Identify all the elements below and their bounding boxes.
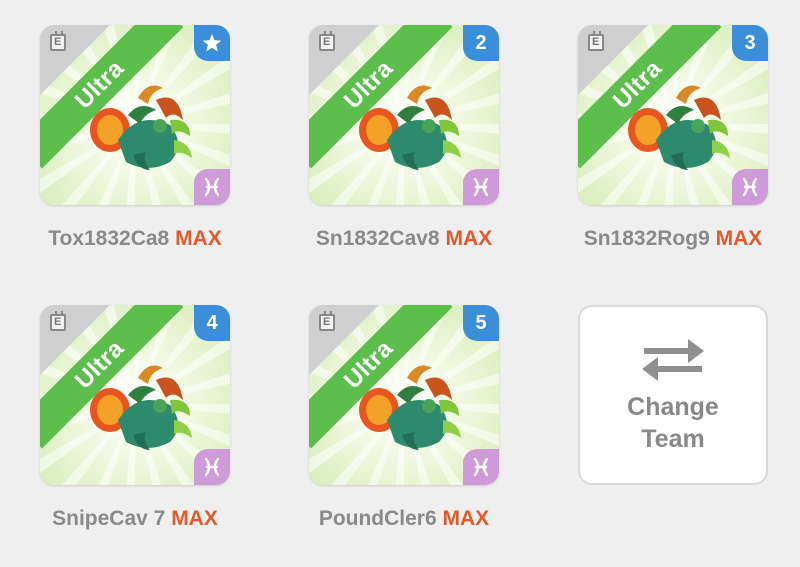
position-badge: 4	[194, 305, 230, 341]
dragon-slot-2[interactable]: Ultra 2 Sn1832Cav8 MAX	[274, 25, 534, 251]
dragon-image	[628, 85, 730, 170]
position-badge: 2	[463, 25, 499, 61]
dragon-card[interactable]: Ultra 2	[309, 25, 499, 205]
dragon-level: MAX	[715, 227, 763, 250]
position-badge: 5	[463, 305, 499, 341]
dragon-image	[359, 365, 461, 450]
pisces-icon	[463, 449, 499, 485]
dragon-name: SnipeCav 7	[52, 507, 166, 530]
dragon-name: PoundCler6	[318, 507, 437, 530]
calendar-icon	[319, 311, 335, 331]
pisces-icon	[463, 169, 499, 205]
dragon-slot-4[interactable]: Ultra 4 SnipeCav 7 MAX	[5, 305, 265, 531]
dragon-level: MAX	[175, 227, 222, 250]
calendar-icon	[50, 311, 66, 331]
dragon-card[interactable]: Ultra 3	[578, 25, 768, 205]
dragon-image	[90, 365, 192, 450]
dragon-level: MAX	[171, 507, 218, 530]
dragon-name: Sn1832Cav8	[315, 227, 440, 250]
calendar-icon	[50, 31, 66, 51]
dragon-image	[359, 85, 461, 170]
calendar-icon	[319, 31, 335, 51]
dragon-card[interactable]: Ultra 5	[309, 305, 499, 485]
dragon-card[interactable]: Ultra 4	[40, 305, 230, 485]
pisces-icon	[732, 169, 768, 205]
change-team-button[interactable]: Change Team	[578, 305, 768, 485]
pisces-icon	[194, 169, 230, 205]
dragon-name-label: PoundCler6 MAX	[274, 507, 534, 531]
swap-arrows-icon	[642, 339, 704, 381]
change-team-line2: Team	[641, 425, 705, 453]
dragon-slot-1[interactable]: Ultra Tox1832Ca8	[5, 25, 265, 251]
dragon-name-label: Sn1832Rog9 MAX	[543, 227, 800, 251]
dragon-level: MAX	[445, 227, 493, 250]
dragon-slot-3[interactable]: Ultra 3 Sn1832Rog9 MAX	[543, 25, 800, 251]
change-team-label: Change Team	[627, 391, 719, 455]
dragon-name-label: Tox1832Ca8 MAX	[5, 227, 265, 251]
dragon-name: Sn1832Rog9	[583, 227, 710, 250]
dragon-card[interactable]: Ultra	[40, 25, 230, 205]
dragon-slot-5[interactable]: Ultra 5 PoundCler6 MAX	[274, 305, 534, 531]
dragon-name: Tox1832Ca8	[48, 227, 170, 250]
calendar-icon	[588, 31, 604, 51]
star-icon	[194, 25, 230, 61]
change-team-slot: Change Team	[543, 305, 800, 485]
pisces-icon	[194, 449, 230, 485]
dragon-name-label: SnipeCav 7 MAX	[5, 507, 265, 531]
dragon-name-label: Sn1832Cav8 MAX	[274, 227, 534, 251]
position-badge: 3	[732, 25, 768, 61]
dragon-level: MAX	[442, 507, 490, 530]
change-team-line1: Change	[627, 393, 719, 421]
dragon-image	[90, 85, 192, 170]
team-grid: Ultra Tox1832Ca8	[0, 0, 800, 567]
